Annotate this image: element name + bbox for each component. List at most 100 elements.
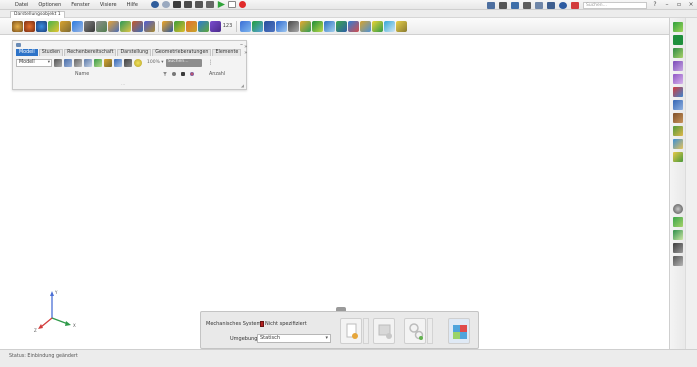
new-study-dropdown[interactable] xyxy=(363,318,369,344)
material-color-icon[interactable] xyxy=(190,72,194,76)
view-iso-icon[interactable] xyxy=(672,22,683,32)
probe-icon[interactable] xyxy=(276,20,287,32)
tab-readiness[interactable]: Rechenbereitschaft xyxy=(64,49,117,56)
optimize-icon[interactable] xyxy=(384,20,395,32)
pressure-icon[interactable] xyxy=(186,20,197,32)
camera-icon[interactable] xyxy=(499,1,507,9)
filter-materials-icon[interactable] xyxy=(94,58,102,67)
close-button[interactable]: × xyxy=(687,1,695,9)
save-all-icon[interactable] xyxy=(195,1,203,8)
chess-icon[interactable] xyxy=(288,20,299,32)
view-move-icon[interactable] xyxy=(672,139,683,149)
mechanical-system-value[interactable]: Nicht spezifiziert xyxy=(260,320,307,327)
contact-icon[interactable] xyxy=(132,20,143,32)
edges-icon[interactable] xyxy=(672,256,683,266)
view-right-icon[interactable] xyxy=(672,61,683,71)
menu-help[interactable]: Hilfe xyxy=(122,2,143,8)
environment-type-select[interactable]: Statisch xyxy=(257,334,331,343)
open-icon[interactable] xyxy=(173,1,181,8)
view-grid-icon[interactable] xyxy=(672,74,683,84)
results-icon[interactable] xyxy=(240,20,251,32)
import-geometry-icon[interactable] xyxy=(12,20,23,32)
print-icon[interactable] xyxy=(206,1,214,8)
contour-icon[interactable] xyxy=(252,20,263,32)
strain-icon[interactable] xyxy=(324,20,335,32)
vertical-scrollbar[interactable] xyxy=(685,18,697,349)
animate-icon[interactable] xyxy=(336,20,347,32)
run-setup-button[interactable] xyxy=(373,318,395,344)
filter-groups-icon[interactable] xyxy=(114,58,122,67)
shaded-icon[interactable] xyxy=(672,217,683,227)
help-icon[interactable]: ? xyxy=(651,1,659,9)
redo-icon[interactable] xyxy=(162,1,170,8)
panel-resize-handle[interactable]: ◢ xyxy=(241,83,244,88)
run-icon[interactable] xyxy=(217,1,225,8)
user-icon[interactable] xyxy=(571,1,579,9)
grid-icon[interactable] xyxy=(487,1,495,9)
export-icon[interactable] xyxy=(372,20,383,32)
global-search-input[interactable]: Suchen... xyxy=(583,1,647,9)
step-icon[interactable] xyxy=(228,1,236,8)
view-triad-icon[interactable] xyxy=(672,152,683,162)
stress-icon[interactable] xyxy=(312,20,323,32)
solid-icon[interactable] xyxy=(72,20,83,32)
undo-icon[interactable] xyxy=(151,1,159,8)
section-icon[interactable] xyxy=(348,20,359,32)
deformation-icon[interactable] xyxy=(300,20,311,32)
view-axes-icon[interactable] xyxy=(672,87,683,97)
frequency-icon[interactable] xyxy=(396,20,407,32)
menu-options[interactable]: Optionen xyxy=(33,2,66,8)
tab-elements[interactable]: Elemente xyxy=(212,49,242,56)
display-mode-icon[interactable] xyxy=(672,204,683,214)
results-view-button[interactable] xyxy=(448,318,470,344)
filter-highlight-icon[interactable] xyxy=(134,58,142,67)
mesh-icon[interactable] xyxy=(84,20,95,32)
mesh-refine-icon[interactable] xyxy=(96,20,107,32)
filter-contacts-icon[interactable] xyxy=(84,58,92,67)
filter-properties-icon[interactable] xyxy=(104,58,112,67)
wire-icon[interactable] xyxy=(108,20,119,32)
column-header-count[interactable]: Anzahl xyxy=(209,72,225,77)
wireframe-icon[interactable] xyxy=(672,230,683,240)
menu-view[interactable]: Visiere xyxy=(95,2,122,8)
restore-button[interactable]: ▫ xyxy=(675,1,683,9)
panel-grip-icon[interactable]: ⋯ xyxy=(121,82,125,87)
beam-icon[interactable] xyxy=(60,20,71,32)
force-icon[interactable] xyxy=(174,20,185,32)
panel-options-button[interactable]: ⋮ xyxy=(208,59,214,66)
tab-geometry-advice[interactable]: Geometrieberatungen xyxy=(152,49,212,56)
solve-button[interactable] xyxy=(404,318,426,344)
filter-icon[interactable] xyxy=(163,72,167,76)
delete-icon[interactable] xyxy=(210,20,221,32)
new-study-button[interactable] xyxy=(340,318,362,344)
material-icon[interactable] xyxy=(24,20,35,32)
torque-icon[interactable] xyxy=(198,20,209,32)
filter-loads-icon[interactable] xyxy=(64,58,72,67)
menu-window[interactable]: Fenster xyxy=(66,2,95,8)
shell-icon[interactable] xyxy=(48,20,59,32)
color-icon[interactable] xyxy=(181,72,185,76)
load-icon[interactable] xyxy=(144,20,155,32)
minimize-button[interactable]: – xyxy=(663,1,671,9)
vector-icon[interactable] xyxy=(264,20,275,32)
surface-icon[interactable] xyxy=(36,20,47,32)
zoom-icon[interactable] xyxy=(523,1,531,9)
tab-studies[interactable]: Studien xyxy=(38,49,64,56)
measure-icon[interactable] xyxy=(535,1,543,9)
menu-file[interactable]: Datei xyxy=(10,2,33,8)
report-icon[interactable] xyxy=(360,20,371,32)
solve-dropdown[interactable] xyxy=(427,318,433,344)
filter-mesh-icon[interactable] xyxy=(74,58,82,67)
view-rotate-icon[interactable] xyxy=(672,126,683,136)
settings-icon[interactable] xyxy=(559,1,567,9)
column-header-name[interactable]: Name xyxy=(75,72,89,77)
curve-icon[interactable] xyxy=(120,20,131,32)
view-top-icon[interactable] xyxy=(672,48,683,58)
panel-search-input[interactable]: Suchen... xyxy=(165,58,202,67)
view-front-icon[interactable] xyxy=(672,35,683,45)
save-icon[interactable] xyxy=(184,1,192,8)
filter-results-icon[interactable] xyxy=(124,58,132,67)
zoom-level[interactable]: 100% ▾ xyxy=(147,60,164,65)
visibility-icon[interactable] xyxy=(172,72,176,76)
numbering-button[interactable]: 123 xyxy=(222,23,233,29)
